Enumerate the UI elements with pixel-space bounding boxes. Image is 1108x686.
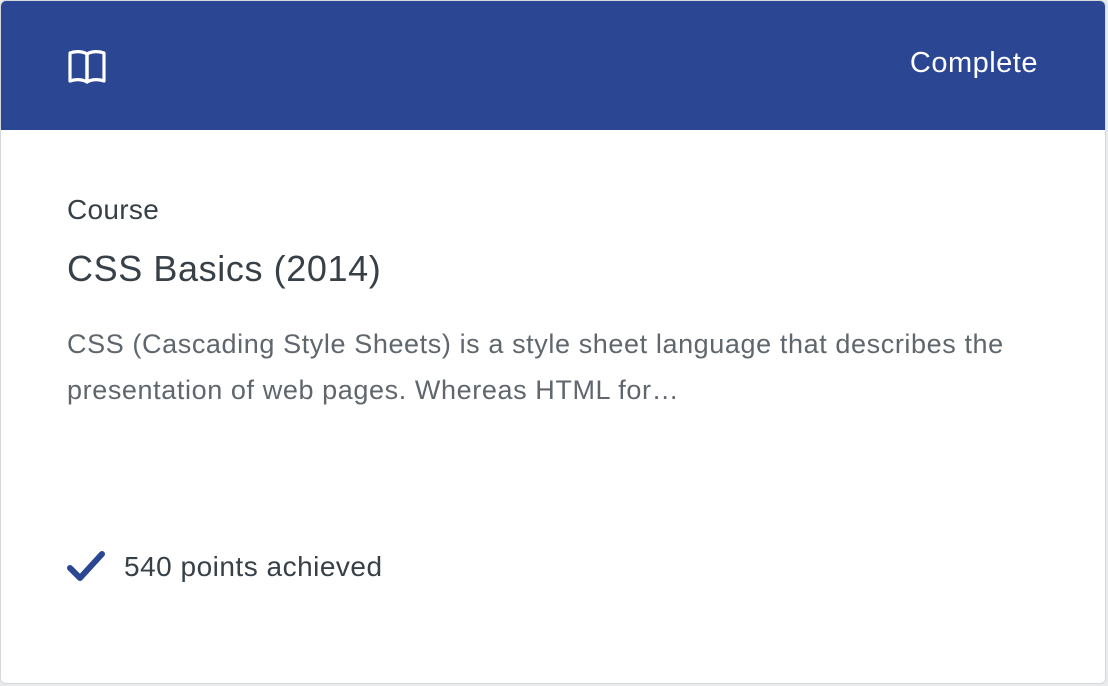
points-achieved: 540 points achieved <box>67 550 383 584</box>
course-title[interactable]: CSS Basics (2014) <box>67 248 1039 290</box>
completion-status: Complete <box>909 47 1038 79</box>
card-body: Course CSS Basics (2014) CSS (Cascading … <box>1 130 1105 683</box>
course-card[interactable]: Complete Course CSS Basics (2014) CSS (C… <box>0 0 1106 684</box>
content-type-label: Course <box>67 194 160 225</box>
book-open-icon <box>67 46 107 86</box>
course-description: CSS (Cascading Style Sheets) is a style … <box>67 329 1004 405</box>
checkmark-icon <box>67 550 105 584</box>
points-label: 540 points achieved <box>124 551 383 582</box>
card-header: Complete <box>1 1 1105 130</box>
